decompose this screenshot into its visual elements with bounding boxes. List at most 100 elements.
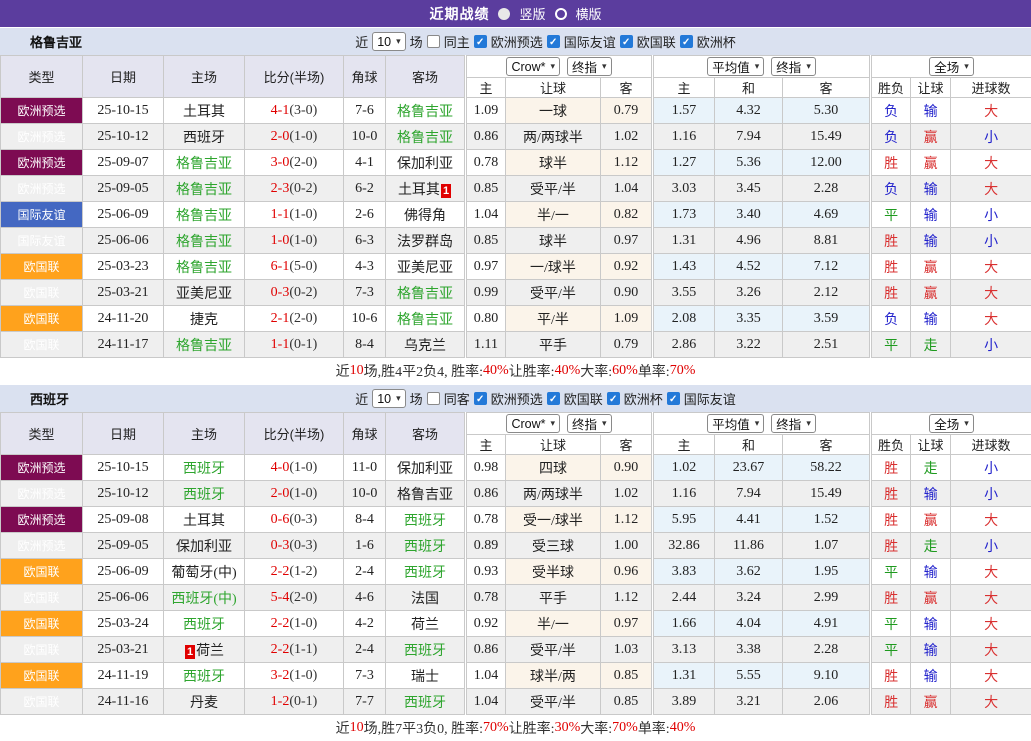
games-count-select[interactable]: 10▾: [372, 32, 405, 51]
corner-score: 7-3: [344, 280, 386, 306]
europe-home-odds: 3.13: [653, 637, 715, 663]
horizontal-layout-label[interactable]: 横版: [576, 4, 602, 23]
asian-home-odds: 1.09: [466, 98, 506, 124]
europe-time-select[interactable]: 终指▾: [771, 57, 816, 76]
matches-table-spain: 类型 日期 主场 比分(半场) 角球 客场 Crow*▾ 终指▾ 平均值▾ 终指…: [0, 412, 1031, 715]
match-date: 25-09-07: [83, 150, 164, 176]
chevron-down-icon: ▾: [551, 418, 556, 429]
chevron-down-icon: ▾: [964, 61, 969, 72]
col-header-asian-handicap: 让球: [506, 435, 601, 455]
match-score: 1-2(0-1): [245, 689, 344, 715]
summary-segment: 近: [336, 718, 350, 738]
europe-time-select[interactable]: 终指▾: [771, 414, 816, 433]
match-score: 1-1(1-0): [245, 202, 344, 228]
asian-handicap: 两/两球半: [506, 481, 601, 507]
result-goals: 大: [951, 98, 1031, 124]
team-label: 格鲁吉亚: [176, 209, 232, 224]
asian-home-odds: 0.78: [466, 507, 506, 533]
league-checkbox-label[interactable]: 欧洲杯: [697, 32, 736, 51]
asian-away-odds: 0.90: [601, 455, 653, 481]
summary-segment: 单率:: [638, 718, 670, 738]
asian-handicap: 四球: [506, 455, 601, 481]
team-label: 格鲁吉亚: [397, 488, 453, 503]
europe-away-odds: 9.10: [783, 663, 871, 689]
league-checkbox[interactable]: ✓: [474, 392, 487, 405]
chevron-down-icon: ▾: [964, 418, 969, 429]
league-checkbox[interactable]: ✓: [620, 35, 633, 48]
league-checkbox-label[interactable]: 国际友谊: [684, 389, 736, 408]
europe-draw-odds: 3.26: [715, 280, 783, 306]
league-checkbox-label[interactable]: 国际友谊: [564, 32, 616, 51]
fulltime-score: 2-0: [271, 129, 290, 144]
halftime-score: (2-0): [289, 155, 317, 170]
europe-home-odds: 2.44: [653, 585, 715, 611]
asian-handicap: 两/两球半: [506, 124, 601, 150]
corner-score: 10-6: [344, 306, 386, 332]
horizontal-layout-radio[interactable]: [555, 8, 567, 20]
fulltime-score: 1-0: [271, 233, 290, 248]
league-checkbox-label[interactable]: 欧洲预选: [491, 389, 543, 408]
match-score: 2-0(1-0): [245, 481, 344, 507]
europe-home-odds: 1.27: [653, 150, 715, 176]
away-team: 佛得角: [386, 202, 466, 228]
league-checkbox[interactable]: ✓: [547, 35, 560, 48]
summary-segment: 10: [350, 363, 364, 379]
league-badge: 欧国联: [1, 306, 83, 332]
result-wdl: 胜: [871, 585, 911, 611]
near-label: 近: [355, 32, 368, 51]
match-score: 0-3(0-3): [245, 533, 344, 559]
asian-home-odds: 0.86: [466, 481, 506, 507]
team-label: 保加利亚: [397, 462, 453, 477]
match-score: 2-2(1-2): [245, 559, 344, 585]
same-venue-checkbox[interactable]: [427, 392, 440, 405]
result-handicap: 赢: [911, 689, 951, 715]
same-venue-label[interactable]: 同客: [444, 389, 470, 408]
league-checkbox-label[interactable]: 欧国联: [564, 389, 603, 408]
match-row: 欧洲预选25-10-12西班牙2-0(1-0)10-0格鲁吉亚0.86两/两球半…: [1, 124, 1031, 150]
away-team: 格鲁吉亚: [386, 306, 466, 332]
scope-select[interactable]: 全场▾: [929, 414, 974, 433]
europe-home-odds: 1.73: [653, 202, 715, 228]
europe-away-odds: 2.28: [783, 637, 871, 663]
summary-segment: 10: [350, 720, 364, 736]
match-score: 2-1(2-0): [245, 306, 344, 332]
col-header-europe-away: 客: [783, 435, 871, 455]
league-checkbox[interactable]: ✓: [474, 35, 487, 48]
odds-time-select[interactable]: 终指▾: [567, 414, 612, 433]
result-wdl: 胜: [871, 254, 911, 280]
europe-company-select[interactable]: 平均值▾: [707, 414, 764, 433]
summary-segment: 大率:: [580, 361, 612, 381]
league-checkbox-label[interactable]: 欧洲预选: [491, 32, 543, 51]
home-team: 格鲁吉亚: [164, 254, 245, 280]
asian-away-odds: 0.97: [601, 228, 653, 254]
games-count-select[interactable]: 10▾: [372, 389, 405, 408]
team-label: 格鲁吉亚: [397, 105, 453, 120]
league-badge: 欧国联: [1, 585, 83, 611]
league-checkbox[interactable]: ✓: [607, 392, 620, 405]
scope-select[interactable]: 全场▾: [929, 57, 974, 76]
league-checkbox-label[interactable]: 欧国联: [637, 32, 676, 51]
result-goals: 大: [951, 663, 1031, 689]
vertical-layout-radio[interactable]: [498, 8, 510, 20]
vertical-layout-label[interactable]: 竖版: [519, 4, 545, 23]
team-label: 格鲁吉亚: [397, 287, 453, 302]
same-venue-checkbox[interactable]: [427, 35, 440, 48]
col-header-europe-away: 客: [783, 78, 871, 98]
league-badge: 欧洲预选: [1, 481, 83, 507]
match-row: 欧国联25-03-24西班牙2-2(1-0)4-2荷兰0.92半/一0.971.…: [1, 611, 1031, 637]
away-team: 格鲁吉亚: [386, 481, 466, 507]
europe-away-odds: 1.52: [783, 507, 871, 533]
league-checkbox[interactable]: ✓: [547, 392, 560, 405]
corner-score: 6-2: [344, 176, 386, 202]
asian-away-odds: 1.03: [601, 637, 653, 663]
odds-company-select[interactable]: Crow*▾: [506, 414, 560, 433]
same-venue-label[interactable]: 同主: [444, 32, 470, 51]
odds-company-select[interactable]: Crow*▾: [506, 57, 560, 76]
odds-time-select[interactable]: 终指▾: [567, 57, 612, 76]
europe-company-select[interactable]: 平均值▾: [707, 57, 764, 76]
league-badge: 欧洲预选: [1, 507, 83, 533]
asian-home-odds: 1.04: [466, 202, 506, 228]
league-checkbox[interactable]: ✓: [667, 392, 680, 405]
league-checkbox[interactable]: ✓: [680, 35, 693, 48]
league-checkbox-label[interactable]: 欧洲杯: [624, 389, 663, 408]
